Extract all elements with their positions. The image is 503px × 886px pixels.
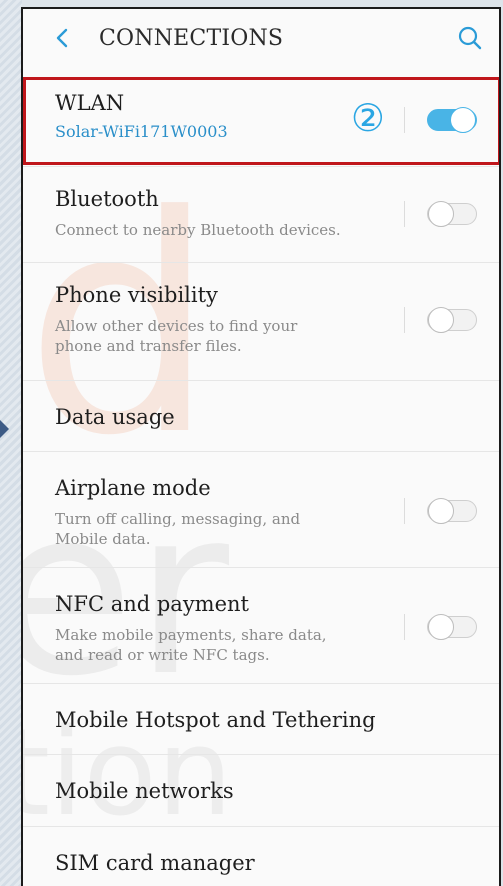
list-item-nfc-payment[interactable]: NFC and payment Make mobile payments, sh… [23,568,499,684]
bluetooth-toggle[interactable] [427,201,477,227]
divider [404,107,405,133]
item-description: Turn off calling, messaging, and Mobile … [55,510,301,548]
list-item-data-usage[interactable]: Data usage [23,381,499,452]
list-item-bluetooth[interactable]: Bluetooth Connect to nearby Bluetooth de… [23,167,499,263]
list-item-mobile-networks[interactable]: Mobile networks [23,755,499,827]
divider [404,307,405,333]
divider [404,201,405,227]
list-item-airplane-mode[interactable]: Airplane mode Turn off calling, messagin… [23,452,499,568]
app-header: CONNECTIONS [23,9,499,71]
page-title: CONNECTIONS [99,26,284,51]
list-item-sim-card-manager[interactable]: SIM card manager [23,827,499,886]
phone-screen: d er tion CONNECTIONS WLAN Solar-WiFi171… [21,7,501,886]
chevron-left-icon [56,28,68,48]
list-item-phone-visibility[interactable]: Phone visibility Allow other devices to … [23,263,499,381]
back-button[interactable] [47,23,77,53]
item-label: SIM card manager [55,851,255,875]
toggle-knob [450,107,476,133]
list-item-mobile-hotspot[interactable]: Mobile Hotspot and Tethering [23,684,499,755]
airplane-mode-toggle[interactable] [427,498,477,524]
search-button[interactable] [455,23,485,53]
item-label: Bluetooth [55,187,159,211]
item-label: Phone visibility [55,283,218,307]
search-icon [458,26,482,50]
pointer-arrow-icon [0,420,9,438]
toggle-knob [428,614,454,640]
item-label: Airplane mode [55,476,211,500]
wlan-network-name: Solar-WiFi171W0003 [55,122,228,141]
step-marker: ② [350,96,385,140]
background-texture [0,0,22,886]
divider [404,614,405,640]
settings-list: WLAN Solar-WiFi171W0003 ② Bluetooth Conn… [23,71,499,886]
nfc-toggle[interactable] [427,614,477,640]
toggle-knob [428,498,454,524]
divider [404,498,405,524]
item-label: Mobile Hotspot and Tethering [55,708,376,732]
phone-visibility-toggle[interactable] [427,307,477,333]
toggle-knob [428,201,454,227]
item-label: Mobile networks [55,779,234,803]
list-item-wlan[interactable]: WLAN Solar-WiFi171W0003 ② [23,71,499,167]
item-description: Allow other devices to find your phone a… [55,317,298,355]
wlan-toggle[interactable] [427,107,477,133]
item-label: NFC and payment [55,592,249,616]
item-description: Make mobile payments, share data, and re… [55,626,327,664]
item-label: WLAN [55,91,125,115]
item-label: Data usage [55,405,175,429]
item-description: Connect to nearby Bluetooth devices. [55,221,341,239]
toggle-knob [428,307,454,333]
